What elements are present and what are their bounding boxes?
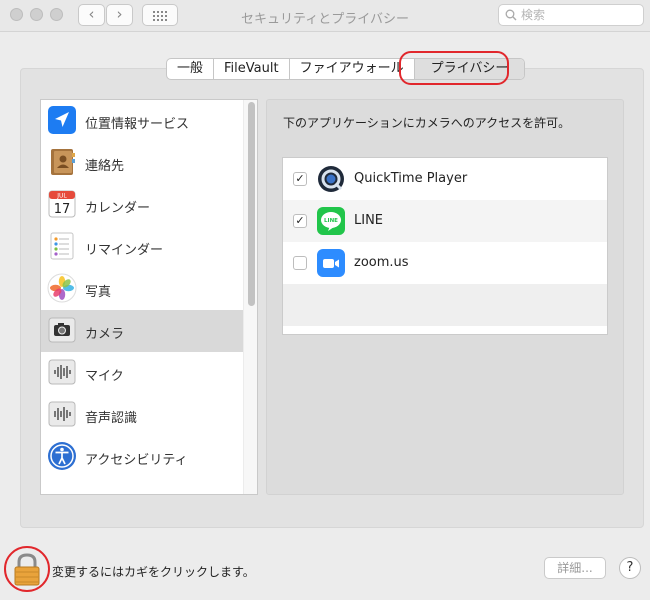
tab-privacy[interactable]: プライバシー: [414, 59, 525, 79]
accessibility-icon: [48, 442, 76, 470]
search-input[interactable]: [521, 7, 639, 23]
quicktime-icon: [318, 166, 344, 192]
sidebar-item-label: 位置情報サービス: [85, 117, 190, 132]
search-field[interactable]: [498, 4, 644, 26]
magnifier-icon: [505, 9, 517, 21]
sidebar-item-label: マイク: [85, 369, 124, 384]
quicktime-checkbox[interactable]: ✓: [293, 172, 307, 186]
location-arrow-icon: [48, 106, 76, 134]
app-row-quicktime[interactable]: ✓ QuickTime Player: [283, 158, 607, 200]
help-button[interactable]: ?: [619, 557, 641, 579]
title-bar: ‹ › セキュリティとプライバシー: [0, 0, 650, 32]
empty-list-row: [283, 284, 607, 326]
sidebar-item-camera[interactable]: カメラ: [41, 310, 243, 352]
sidebar-item-label: 音声認識: [85, 411, 138, 426]
sidebar-item-label: カレンダー: [85, 201, 151, 216]
sidebar-item-microphone[interactable]: マイク: [41, 352, 243, 394]
line-icon: LINE: [317, 207, 345, 235]
sidebar-item-reminders[interactable]: リマインダー: [41, 226, 243, 268]
sidebar-item-calendar[interactable]: JUL 17 カレンダー: [41, 184, 243, 226]
app-name: LINE: [354, 213, 384, 228]
zoom-icon: [317, 249, 345, 277]
security-privacy-window: ‹ › セキュリティとプライバシー 一般 FileVault ファイアウォール …: [0, 0, 650, 600]
tab-general[interactable]: 一般: [167, 59, 215, 79]
camera-icon: [48, 317, 76, 343]
privacy-category-list: 位置情報サービス 連絡先 JUL 17 カレンダー リマインダー 写真 カメラ …: [40, 99, 258, 495]
line-checkbox[interactable]: ✓: [293, 214, 307, 228]
photos-icon: [47, 273, 77, 303]
app-row-line[interactable]: ✓ LINE LINE: [283, 200, 607, 242]
sidebar-item-label: 写真: [85, 285, 112, 300]
calendar-icon-month: JUL: [56, 193, 67, 200]
calendar-icon-day: 17: [54, 202, 71, 217]
sidebar-item-label: カメラ: [85, 327, 125, 342]
app-row-zoom[interactable]: zoom.us: [283, 242, 607, 284]
tab-bar: 一般 FileVault ファイアウォール プライバシー: [166, 58, 526, 80]
zoom-checkbox[interactable]: [293, 256, 307, 270]
sidebar-item-accessibility[interactable]: アクセシビリティ: [41, 436, 243, 478]
tab-filevault[interactable]: FileVault: [214, 59, 290, 79]
contacts-book-icon: [51, 149, 75, 175]
camera-access-pane: 下のアプリケーションにカメラへのアクセスを許可。 ✓ QuickTime Pla…: [266, 99, 624, 495]
sidebar-item-label: リマインダー: [85, 243, 164, 258]
camera-access-description: 下のアプリケーションにカメラへのアクセスを許可。: [283, 116, 571, 130]
microphone-waveform-icon: [48, 359, 76, 385]
sidebar-item-label: アクセシビリティ: [85, 453, 188, 468]
tab-firewall[interactable]: ファイアウォール: [290, 59, 415, 79]
sidebar-scrollbar[interactable]: [243, 100, 257, 494]
advanced-button[interactable]: 詳細...: [544, 557, 606, 579]
padlock-icon: [14, 553, 40, 586]
reminders-icon: [50, 232, 74, 260]
sidebar-item-contacts[interactable]: 連絡先: [41, 142, 243, 184]
camera-app-list: ✓ QuickTime Player ✓ LINE LINE zoom.us: [282, 157, 608, 335]
sidebar-scroll-thumb[interactable]: [248, 102, 255, 306]
sidebar-item-photos[interactable]: 写真: [41, 268, 243, 310]
speech-recognition-icon: [48, 401, 76, 427]
lock-button[interactable]: [4, 546, 50, 592]
app-name: QuickTime Player: [354, 171, 468, 186]
lock-instruction-text: 変更するにはカギをクリックします。: [52, 565, 255, 579]
sidebar-item-label: 連絡先: [85, 159, 125, 174]
sidebar-item-speech-recognition[interactable]: 音声認識: [41, 394, 243, 436]
calendar-icon: JUL 17: [48, 190, 76, 218]
line-icon-text: LINE: [324, 218, 338, 224]
sidebar-item-location-services[interactable]: 位置情報サービス: [41, 100, 243, 142]
app-name: zoom.us: [354, 255, 409, 270]
